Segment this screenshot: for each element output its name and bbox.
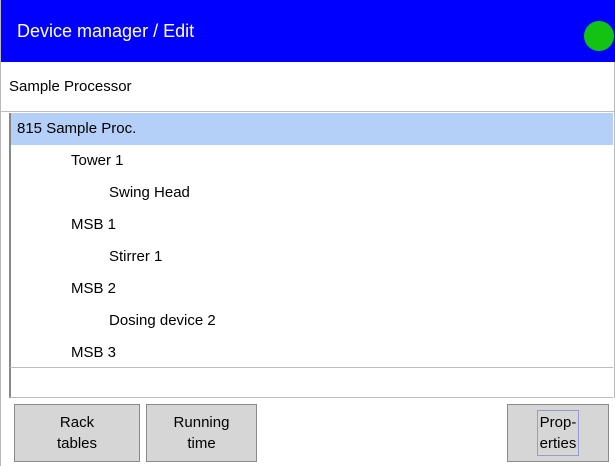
running-time-label-line2: time: [187, 435, 216, 452]
title-bar: Device manager / Edit: [1, 0, 615, 62]
properties-label-line2: erties: [539, 435, 577, 452]
device-manager-window: Device manager / Edit Sample Processor 8…: [0, 0, 615, 466]
empty-row: [9, 367, 613, 398]
tree-item-label: Dosing device 2: [109, 312, 216, 329]
tree-item-label: Tower 1: [71, 152, 124, 169]
device-tree: 815 Sample Proc. Tower 1 Swing Head MSB …: [9, 113, 613, 367]
properties-label-line1: Prop-: [539, 414, 577, 431]
tree-item-815-sample-proc[interactable]: 815 Sample Proc.: [11, 113, 613, 145]
tree-item-tower-1[interactable]: Tower 1: [11, 145, 613, 177]
tree-item-label: MSB 2: [71, 280, 117, 297]
tree-item-msb-3[interactable]: MSB 3: [11, 337, 613, 367]
tree-item-label: MSB 1: [71, 216, 117, 233]
bottom-toolbar: Rack tables Running time Prop- erties: [1, 398, 615, 466]
window-title: Device manager / Edit: [17, 20, 195, 41]
tree-item-stirrer-1[interactable]: Stirrer 1: [11, 241, 613, 273]
tree-item-msb-2[interactable]: MSB 2: [11, 273, 613, 305]
rack-tables-label-line1: Rack: [59, 414, 95, 431]
rack-tables-label-line2: tables: [56, 435, 98, 452]
running-time-button[interactable]: Running time: [146, 404, 257, 462]
tree-item-label: 815 Sample Proc.: [17, 120, 137, 137]
tree-item-label: Swing Head: [109, 184, 190, 201]
properties-focus-ring: Prop- erties: [536, 410, 580, 456]
tree-item-label: Stirrer 1: [109, 248, 163, 265]
rack-tables-button[interactable]: Rack tables: [14, 404, 140, 462]
tree-item-swing-head[interactable]: Swing Head: [11, 177, 613, 209]
section-header: Sample Processor: [1, 62, 615, 112]
tree-item-label: MSB 3: [71, 344, 117, 361]
section-header-label: Sample Processor: [9, 78, 132, 95]
tree-item-dosing-device-2[interactable]: Dosing device 2: [11, 305, 613, 337]
running-time-label-line1: Running: [173, 414, 230, 431]
properties-button[interactable]: Prop- erties: [507, 404, 609, 462]
tree-item-msb-1[interactable]: MSB 1: [11, 209, 613, 241]
status-indicator-icon: [584, 21, 614, 51]
